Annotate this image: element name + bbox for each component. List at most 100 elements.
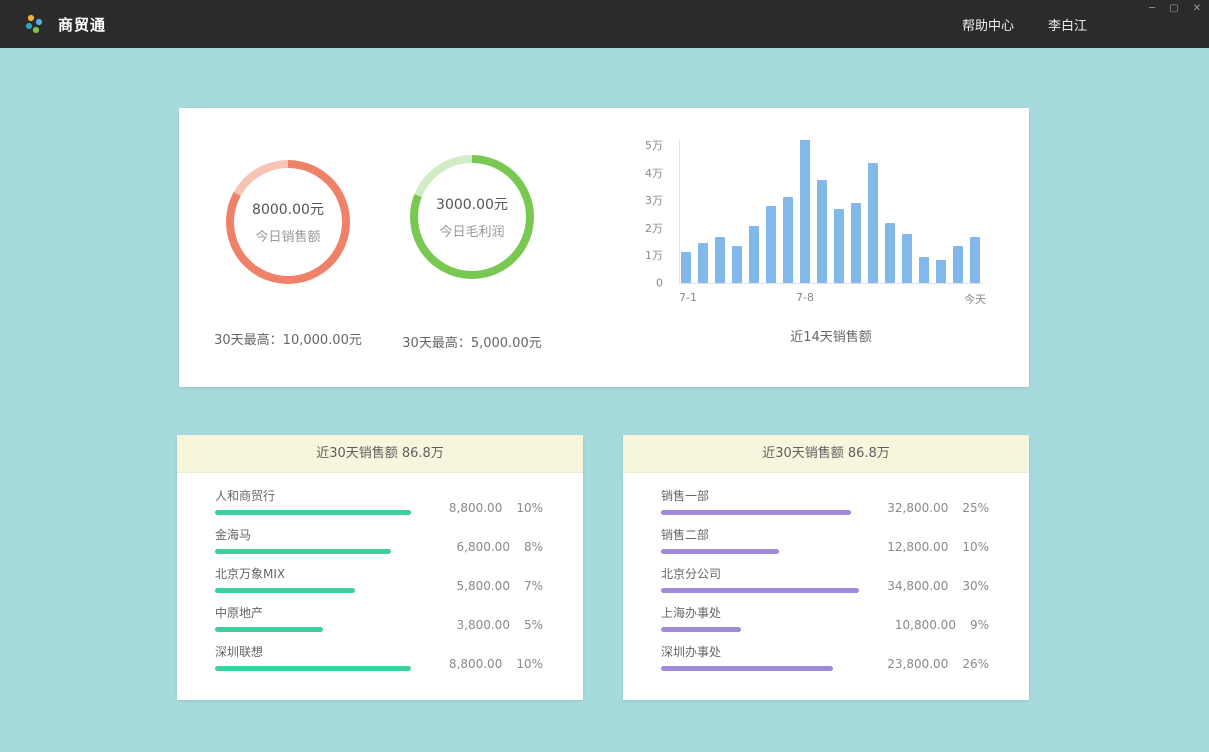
sales-amount: 3,800.00 xyxy=(457,618,510,632)
sales-percent: 10% xyxy=(516,501,543,515)
today-sales-donut: 8000.00元 今日销售额 xyxy=(226,160,350,284)
row-value: 32,800.00 25% xyxy=(887,501,989,515)
list-item: 销售二部 12,800.0010% xyxy=(661,526,989,565)
sales-percent: 9% xyxy=(970,618,989,632)
department-sales-card: 近30天销售额 86.8万 销售一部 32,800.0025% 销售二部 12,… xyxy=(623,435,1029,700)
sales-bar xyxy=(215,666,411,671)
list-item: 深圳办事处 23,800.0026% xyxy=(661,643,989,682)
sales-amount: 8,800.00 xyxy=(449,501,502,515)
titlebar: 商贸通 帮助中心 李白江 ─ ▢ ✕ xyxy=(0,0,1209,48)
user-name[interactable]: 李白江 xyxy=(1048,15,1087,34)
list-item: 人和商贸行 8,800.0010% xyxy=(215,487,543,526)
sales-percent: 25% xyxy=(962,501,989,515)
sales-percent: 5% xyxy=(524,618,543,632)
sales-day-bar xyxy=(766,206,776,283)
row-value: 10,800.00 9% xyxy=(895,618,989,632)
overview-card: 8000.00元 今日销售额 30天最高：10,000.00元 3000.00元… xyxy=(179,108,1029,387)
sales-amount: 23,800.00 xyxy=(887,657,948,671)
sales-bar xyxy=(661,627,741,632)
minimize-button[interactable]: ─ xyxy=(1147,3,1157,15)
row-value: 34,800.00 30% xyxy=(887,579,989,593)
sales-amount: 5,800.00 xyxy=(457,579,510,593)
today-profit-donut: 3000.00元 今日毛利润 xyxy=(410,155,534,279)
bar-track xyxy=(215,627,415,632)
row-value: 3,800.00 5% xyxy=(457,618,543,632)
sales-amount: 8,800.00 xyxy=(449,657,502,671)
help-center-link[interactable]: 帮助中心 xyxy=(962,15,1014,34)
sales-amount: 34,800.00 xyxy=(887,579,948,593)
sales-day-bar xyxy=(783,197,793,283)
list-item: 上海办事处 10,800.009% xyxy=(661,604,989,643)
xtick-mid: 7-8 xyxy=(796,291,814,304)
ytick-5: 5万 xyxy=(613,137,663,153)
today-profit-label: 今日毛利润 xyxy=(439,221,504,240)
department-sales-card-title: 近30天销售额 86.8万 xyxy=(623,435,1029,473)
sales-percent: 8% xyxy=(524,540,543,554)
bar-track xyxy=(661,627,861,632)
list-item: 深圳联想 8,800.0010% xyxy=(215,643,543,682)
sales-day-bar xyxy=(953,246,963,283)
ytick-0: 0 xyxy=(613,277,663,290)
sales-amount: 32,800.00 xyxy=(887,501,948,515)
list-item: 中原地产 3,800.005% xyxy=(215,604,543,643)
window-controls: ─ ▢ ✕ xyxy=(1147,3,1203,15)
list-item: 销售一部 32,800.0025% xyxy=(661,487,989,526)
sales-bar xyxy=(215,627,323,632)
sales-bar xyxy=(661,510,851,515)
app-logo-icon xyxy=(22,12,46,36)
close-button[interactable]: ✕ xyxy=(1191,3,1203,15)
sales-day-bar xyxy=(698,243,708,283)
sales-amount: 12,800.00 xyxy=(887,540,948,554)
sales-percent: 30% xyxy=(962,579,989,593)
ytick-1: 1万 xyxy=(613,247,663,263)
sales-percent: 26% xyxy=(962,657,989,671)
row-value: 8,800.00 10% xyxy=(449,501,543,515)
sales-bar xyxy=(215,510,411,515)
sales-bar xyxy=(215,588,355,593)
sales-day-bar xyxy=(681,252,691,283)
sales-day-bar xyxy=(902,234,912,283)
list-item: 北京万象MIX 5,800.007% xyxy=(215,565,543,604)
customer-sales-card: 近30天销售额 86.8万 人和商贸行 8,800.0010% 金海马 6,80… xyxy=(177,435,583,700)
row-value: 5,800.007% xyxy=(457,579,543,593)
titlebar-menu: 帮助中心 李白江 xyxy=(962,15,1187,34)
list-item: 金海马 6,800.008% xyxy=(215,526,543,565)
list-item: 北京分公司 34,800.0030% xyxy=(661,565,989,604)
sales-day-bar xyxy=(834,209,844,283)
row-value: 8,800.0010% xyxy=(449,657,543,671)
row-value: 12,800.00 10% xyxy=(887,540,989,554)
sales-day-bar xyxy=(868,163,878,283)
bar-track xyxy=(215,588,415,593)
today-sales-label: 今日销售额 xyxy=(255,226,320,245)
customer-sales-list: 人和商贸行 8,800.0010% 金海马 6,800.008% 北京万象MIX… xyxy=(177,473,583,682)
sales-day-bar xyxy=(800,140,810,283)
bar-track xyxy=(661,588,861,593)
customer-sales-card-title: 近30天销售额 86.8万 xyxy=(177,435,583,473)
sales-amount: 10,800.00 xyxy=(895,618,956,632)
today-profit-max: 30天最高：5,000.00元 xyxy=(362,332,582,351)
sales-day-bar xyxy=(732,246,742,283)
xtick-last: 今天 xyxy=(964,291,986,307)
sales-day-bar xyxy=(919,257,929,283)
sales-day-bar xyxy=(851,203,861,283)
department-sales-list: 销售一部 32,800.0025% 销售二部 12,800.0010% 北京分公… xyxy=(623,473,1029,682)
today-profit-donut-center: 3000.00元 今日毛利润 xyxy=(418,163,526,271)
ytick-4: 4万 xyxy=(613,165,663,181)
sales-day-bar xyxy=(970,237,980,283)
sales-bar xyxy=(661,588,859,593)
sales-amount: 6,800.00 xyxy=(457,540,510,554)
xtick-first: 7-1 xyxy=(679,291,697,304)
today-sales-donut-center: 8000.00元 今日销售额 xyxy=(234,168,342,276)
daily-bars xyxy=(681,140,981,283)
sales-bar xyxy=(661,549,779,554)
sales-percent: 10% xyxy=(962,540,989,554)
bar-track xyxy=(215,549,415,554)
maximize-button[interactable]: ▢ xyxy=(1167,3,1180,15)
row-value: 23,800.00 26% xyxy=(887,657,989,671)
bar-track xyxy=(661,666,861,671)
daily-chart-caption: 近14天销售额 xyxy=(681,326,981,345)
sales-day-bar xyxy=(885,223,895,283)
sales-bar xyxy=(215,549,391,554)
sales-day-bar xyxy=(936,260,946,283)
ytick-3: 3万 xyxy=(613,192,663,208)
